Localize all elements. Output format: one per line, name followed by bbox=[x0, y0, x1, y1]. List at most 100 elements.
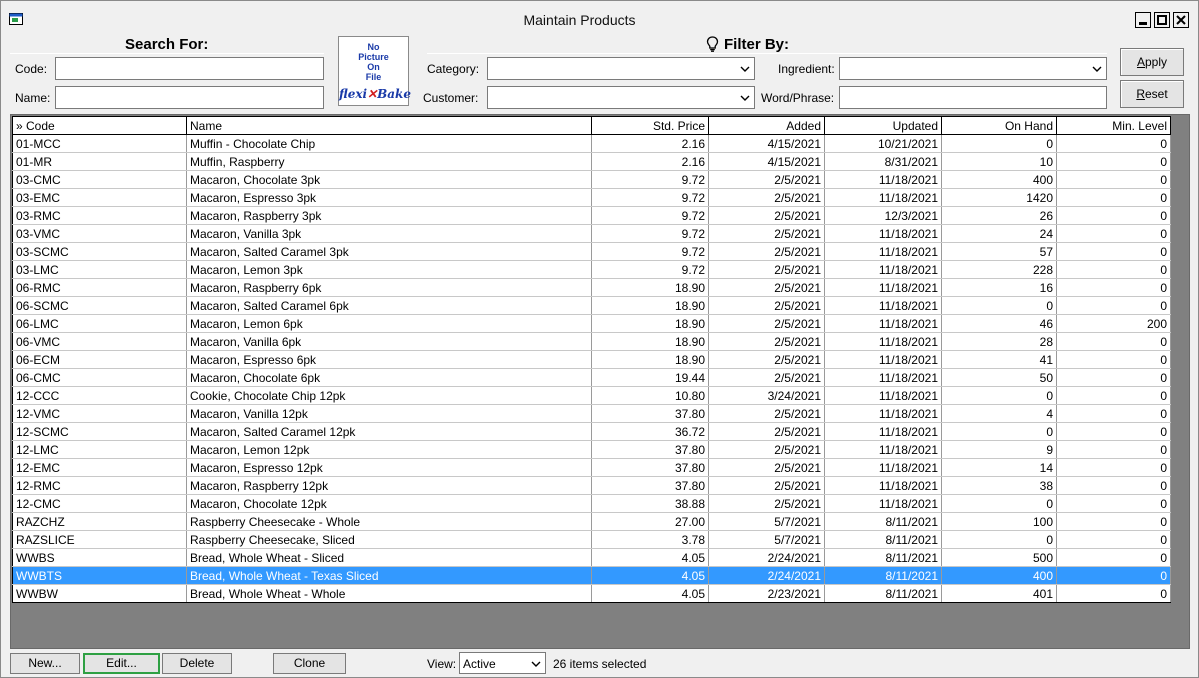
cell-std-price: 9.72 bbox=[591, 242, 709, 261]
category-select[interactable] bbox=[487, 57, 755, 80]
table-row[interactable]: 03-EMC Macaron, Espresso 3pk 9.72 2/5/2021 1… bbox=[12, 188, 1171, 207]
table-row[interactable]: WWBS Bread, Whole Wheat - Sliced 4.05 2/24/… bbox=[12, 548, 1171, 567]
cell-updated: 11/18/2021 bbox=[824, 350, 942, 369]
table-row[interactable]: 01-MCC Muffin - Chocolate Chip 2.16 4/15/20… bbox=[12, 134, 1171, 153]
cell-on-hand: 16 bbox=[941, 278, 1057, 297]
table-row[interactable]: 06-SCMC Macaron, Salted Caramel 6pk 18.90 2… bbox=[12, 296, 1171, 315]
table-row[interactable]: 03-RMC Macaron, Raspberry 3pk 9.72 2/5/2021… bbox=[12, 206, 1171, 225]
cell-code: 12-EMC bbox=[12, 458, 187, 477]
table-row[interactable]: 06-RMC Macaron, Raspberry 6pk 18.90 2/5/202… bbox=[12, 278, 1171, 297]
maximize-button[interactable] bbox=[1154, 12, 1170, 28]
cell-std-price: 18.90 bbox=[591, 350, 709, 369]
ingredient-select[interactable] bbox=[839, 57, 1107, 80]
cell-on-hand: 400 bbox=[941, 566, 1057, 585]
minimize-button[interactable] bbox=[1135, 12, 1151, 28]
cell-code: 06-VMC bbox=[12, 332, 187, 351]
cell-std-price: 10.80 bbox=[591, 386, 709, 405]
column-header-std-price[interactable]: Std. Price bbox=[591, 116, 709, 135]
view-select[interactable]: Active bbox=[459, 652, 546, 674]
table-row[interactable]: 06-LMC Macaron, Lemon 6pk 18.90 2/5/2021 11/… bbox=[12, 314, 1171, 333]
cell-updated: 11/18/2021 bbox=[824, 422, 942, 441]
table-row[interactable]: 01-MR Muffin, Raspberry 2.16 4/15/2021 8/31/… bbox=[12, 152, 1171, 171]
cell-code: WWBW bbox=[12, 584, 187, 603]
cell-min-level: 0 bbox=[1056, 296, 1171, 315]
apply-label: Apply bbox=[1136, 55, 1168, 69]
table-row[interactable]: 03-VMC Macaron, Vanilla 3pk 9.72 2/5/2021 11… bbox=[12, 224, 1171, 243]
column-header-name[interactable]: Name bbox=[186, 116, 592, 135]
customer-select[interactable] bbox=[487, 86, 755, 109]
cell-name: Macaron, Lemon 3pk bbox=[186, 260, 592, 279]
flexibake-logo: flexi✕Bake bbox=[339, 87, 411, 101]
cell-name: Macaron, Raspberry 3pk bbox=[186, 206, 592, 225]
cell-std-price: 9.72 bbox=[591, 188, 709, 207]
table-row[interactable]: 06-ECM Macaron, Espresso 6pk 18.90 2/5/2021… bbox=[12, 350, 1171, 369]
delete-button[interactable]: Delete bbox=[162, 653, 232, 674]
cell-on-hand: 400 bbox=[941, 170, 1057, 189]
cell-min-level: 0 bbox=[1056, 224, 1171, 243]
name-label: Name: bbox=[15, 91, 51, 105]
new-button[interactable]: New... bbox=[10, 653, 80, 674]
table-header-row: » Code Name Std. Price Added Updated On Hand M… bbox=[12, 116, 1171, 135]
table-row[interactable]: WWBTS Bread, Whole Wheat - Texas Sliced 4.… bbox=[12, 566, 1171, 585]
cell-std-price: 2.16 bbox=[591, 152, 709, 171]
cell-updated: 11/18/2021 bbox=[824, 260, 942, 279]
name-input[interactable] bbox=[55, 86, 324, 109]
no-picture-line: No bbox=[367, 42, 380, 52]
cell-name: Muffin, Raspberry bbox=[186, 152, 592, 171]
cell-updated: 11/18/2021 bbox=[824, 278, 942, 297]
cell-added: 2/5/2021 bbox=[708, 242, 825, 261]
column-header-code[interactable]: » Code bbox=[12, 116, 187, 135]
close-button[interactable] bbox=[1173, 12, 1189, 28]
table-row[interactable]: 12-CMC Macaron, Chocolate 12pk 38.88 2/5/20… bbox=[12, 494, 1171, 513]
table-row[interactable]: WWBW Bread, Whole Wheat - Whole 4.05 2/23/2… bbox=[12, 584, 1171, 603]
code-input[interactable] bbox=[55, 57, 324, 80]
column-header-updated[interactable]: Updated bbox=[824, 116, 942, 135]
cell-std-price: 9.72 bbox=[591, 224, 709, 243]
cell-code: 06-SCMC bbox=[12, 296, 187, 315]
reset-label: Reset bbox=[1136, 87, 1168, 101]
products-table: » Code Name Std. Price Added Updated On Hand M… bbox=[12, 116, 1171, 603]
window-controls bbox=[1135, 12, 1189, 28]
apply-button[interactable]: Apply bbox=[1120, 48, 1184, 76]
cell-updated: 11/18/2021 bbox=[824, 404, 942, 423]
column-header-on-hand[interactable]: On Hand bbox=[941, 116, 1057, 135]
close-icon bbox=[1176, 15, 1186, 25]
table-row[interactable]: 06-VMC Macaron, Vanilla 6pk 18.90 2/5/2021 1… bbox=[12, 332, 1171, 351]
cell-added: 2/5/2021 bbox=[708, 188, 825, 207]
table-row[interactable]: 12-VMC Macaron, Vanilla 12pk 37.80 2/5/2021… bbox=[12, 404, 1171, 423]
cell-updated: 11/18/2021 bbox=[824, 332, 942, 351]
reset-button[interactable]: Reset bbox=[1120, 80, 1184, 108]
cell-on-hand: 0 bbox=[941, 386, 1057, 405]
table-row[interactable]: 12-RMC Macaron, Raspberry 12pk 37.80 2/5/20… bbox=[12, 476, 1171, 495]
table-row[interactable]: 12-LMC Macaron, Lemon 12pk 37.80 2/5/2021 11… bbox=[12, 440, 1171, 459]
cell-min-level: 0 bbox=[1056, 422, 1171, 441]
table-row[interactable]: 03-CMC Macaron, Chocolate 3pk 9.72 2/5/2021… bbox=[12, 170, 1171, 189]
cell-updated: 11/18/2021 bbox=[824, 188, 942, 207]
column-header-min-level[interactable]: Min. Level bbox=[1056, 116, 1171, 135]
word-phrase-input[interactable] bbox=[839, 86, 1107, 109]
table-row[interactable]: RAZCHZ Raspberry Cheesecake - Whole 27.00 5… bbox=[12, 512, 1171, 531]
cell-std-price: 18.90 bbox=[591, 314, 709, 333]
cell-name: Raspberry Cheesecake, Sliced bbox=[186, 530, 592, 549]
cell-std-price: 2.16 bbox=[591, 134, 709, 153]
window-title: Maintain Products bbox=[523, 12, 636, 28]
clone-button[interactable]: Clone bbox=[273, 653, 346, 674]
table-row[interactable]: RAZSLICE Raspberry Cheesecake, Sliced 3.78… bbox=[12, 530, 1171, 549]
cell-on-hand: 4 bbox=[941, 404, 1057, 423]
table-row[interactable]: 12-SCMC Macaron, Salted Caramel 12pk 36.72… bbox=[12, 422, 1171, 441]
product-picture[interactable]: No Picture On File flexi✕Bake bbox=[338, 36, 411, 106]
cell-name: Macaron, Espresso 6pk bbox=[186, 350, 592, 369]
table-row[interactable]: 06-CMC Macaron, Chocolate 6pk 19.44 2/5/202… bbox=[12, 368, 1171, 387]
cell-on-hand: 46 bbox=[941, 314, 1057, 333]
table-row[interactable]: 12-CCC Cookie, Chocolate Chip 12pk 10.80 3/… bbox=[12, 386, 1171, 405]
edit-button[interactable]: Edit... bbox=[83, 653, 160, 674]
cell-std-price: 37.80 bbox=[591, 476, 709, 495]
cell-min-level: 200 bbox=[1056, 314, 1171, 333]
table-row[interactable]: 12-EMC Macaron, Espresso 12pk 37.80 2/5/202… bbox=[12, 458, 1171, 477]
cell-updated: 10/21/2021 bbox=[824, 134, 942, 153]
table-row[interactable]: 03-SCMC Macaron, Salted Caramel 3pk 9.72 2/… bbox=[12, 242, 1171, 261]
cell-std-price: 9.72 bbox=[591, 206, 709, 225]
table-row[interactable]: 03-LMC Macaron, Lemon 3pk 9.72 2/5/2021 11/1… bbox=[12, 260, 1171, 279]
cell-std-price: 37.80 bbox=[591, 458, 709, 477]
column-header-added[interactable]: Added bbox=[708, 116, 825, 135]
